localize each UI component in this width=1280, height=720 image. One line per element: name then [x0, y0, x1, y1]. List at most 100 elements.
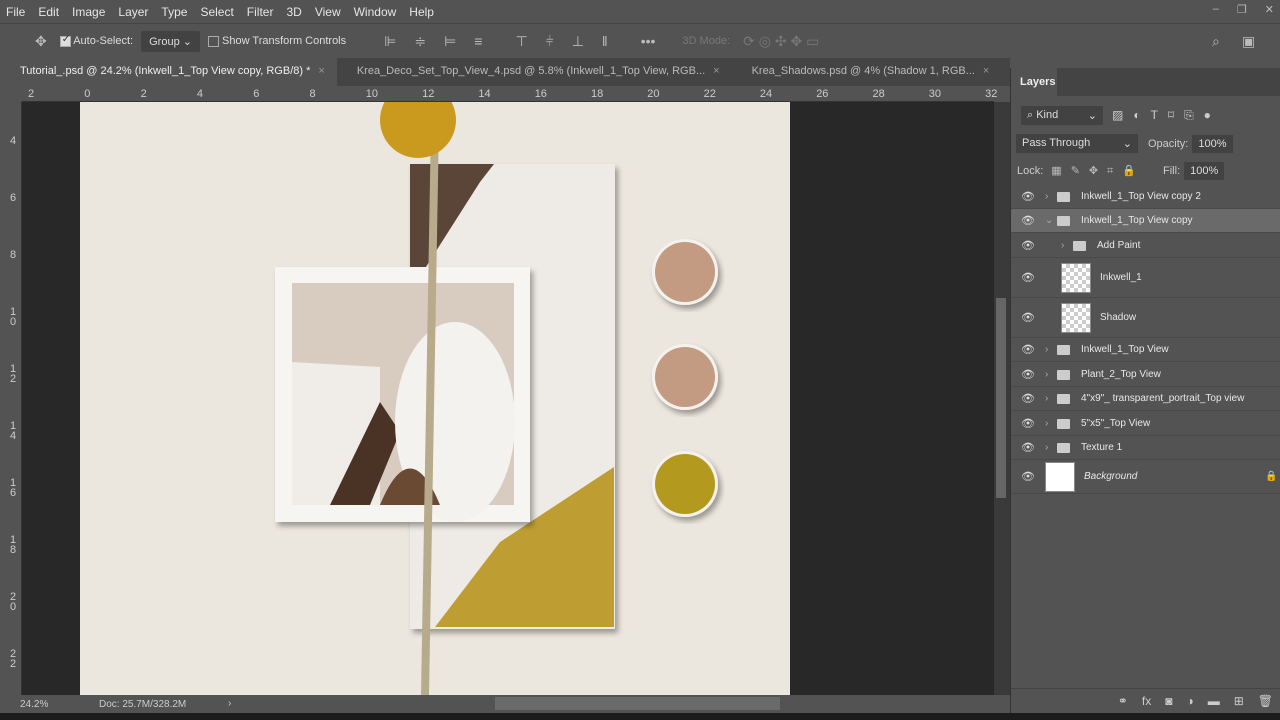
tab-krea-shadows[interactable]: Krea_Shadows.psd @ 4% (Shadow 1, RGB... ×: [732, 58, 1002, 86]
align-bottom-icon[interactable]: ⊥: [572, 33, 584, 50]
blend-mode-select[interactable]: Pass Through ⌄: [1016, 134, 1138, 153]
menu-3d[interactable]: 3D: [286, 5, 301, 19]
taskbar: [0, 713, 1280, 720]
auto-select-toggle[interactable]: Auto-Select:: [59, 34, 133, 47]
more-icon[interactable]: •••: [641, 33, 656, 49]
trash-icon[interactable]: 🗑: [1258, 694, 1273, 708]
align-top-icon[interactable]: ⊤: [515, 33, 527, 50]
layer-name[interactable]: Shadow: [1100, 312, 1136, 323]
new-layer-icon[interactable]: ⊞: [1234, 694, 1244, 708]
show-transform-toggle[interactable]: Show Transform Controls: [207, 35, 346, 47]
close-icon[interactable]: ×: [713, 65, 719, 77]
eye-icon[interactable]: 👁: [1021, 239, 1035, 252]
distribute-icon[interactable]: ≡: [474, 33, 482, 49]
layers-tab[interactable]: Layers: [1011, 68, 1057, 96]
layer-name[interactable]: Inkwell_1_Top View copy: [1081, 215, 1193, 226]
tab-tutorial[interactable]: Tutorial_.psd @ 24.2% (Inkwell_1_Top Vie…: [0, 58, 337, 86]
group-select[interactable]: Group ⌄: [141, 30, 200, 52]
chevron-right-icon[interactable]: ›: [1045, 344, 1048, 355]
layer-row[interactable]: 👁 › 4"x9"_ transparent_portrait_Top view: [1011, 387, 1280, 411]
layer-name[interactable]: Inkwell_1_Top View copy 2: [1081, 191, 1201, 202]
vertical-scroll-thumb[interactable]: [996, 298, 1006, 498]
chevron-right-icon[interactable]: ›: [1045, 442, 1048, 453]
align-center-icon[interactable]: ≑: [414, 33, 426, 50]
layer-row[interactable]: 👁 › 5"x5"_Top View: [1011, 412, 1280, 436]
menu-type[interactable]: Type: [161, 5, 187, 19]
opacity-input[interactable]: 100%: [1192, 134, 1233, 153]
link-icon[interactable]: ⚭: [1118, 694, 1128, 708]
filter-icons[interactable]: ▨◐T⌑⎘●: [1112, 108, 1221, 123]
fx-icon[interactable]: fx: [1142, 694, 1151, 708]
new-group-icon[interactable]: ▬: [1208, 694, 1220, 708]
eye-icon[interactable]: 👁: [1021, 190, 1035, 203]
layer-name[interactable]: Plant_2_Top View: [1081, 369, 1161, 380]
move-tool-icon[interactable]: ✥: [35, 33, 47, 50]
layer-name[interactable]: Add Paint: [1097, 240, 1140, 251]
close-icon[interactable]: ×: [318, 65, 324, 77]
layer-name[interactable]: 5"x5"_Top View: [1081, 418, 1150, 429]
menu-filter[interactable]: Filter: [247, 5, 274, 19]
fill-input[interactable]: 100%: [1184, 162, 1225, 180]
eye-icon[interactable]: 👁: [1021, 343, 1035, 356]
minimize-icon[interactable]: –: [1213, 3, 1219, 16]
layer-row[interactable]: 👁 Shadow: [1011, 298, 1280, 338]
search-icon[interactable]: ⌕: [1212, 33, 1220, 50]
menu-help[interactable]: Help: [409, 5, 434, 19]
layer-name[interactable]: Texture 1: [1081, 442, 1122, 453]
layer-row[interactable]: 👁 Background 🔒: [1011, 460, 1280, 494]
chevron-right-icon[interactable]: ›: [1045, 418, 1048, 429]
layer-row[interactable]: 👁 › Add Paint: [1011, 234, 1280, 258]
3d-tools-icon[interactable]: ⟳ ◎ ✣ ✥ ▭: [743, 33, 819, 50]
tab-krea-deco[interactable]: Krea_Deco_Set_Top_View_4.psd @ 5.8% (Ink…: [337, 58, 732, 86]
menu-window[interactable]: Window: [354, 5, 397, 19]
workspace-icon[interactable]: ▣: [1242, 33, 1255, 50]
menu-edit[interactable]: Edit: [38, 5, 59, 19]
chevron-down-icon[interactable]: ⌄: [1045, 215, 1053, 226]
menu-select[interactable]: Select: [200, 5, 233, 19]
layer-row[interactable]: 👁 › Texture 1: [1011, 436, 1280, 460]
zoom-level[interactable]: 24.2%: [20, 699, 48, 710]
restore-icon[interactable]: ❐: [1237, 3, 1247, 16]
layer-row[interactable]: 👁 ⌄ Inkwell_1_Top View copy: [1011, 209, 1280, 233]
menu-layer[interactable]: Layer: [118, 5, 148, 19]
menu-image[interactable]: Image: [72, 5, 105, 19]
chevron-right-icon[interactable]: ›: [1061, 240, 1064, 251]
eye-icon[interactable]: 👁: [1021, 392, 1035, 405]
eye-icon[interactable]: 👁: [1021, 417, 1035, 430]
layer-row[interactable]: 👁 Inkwell_1: [1011, 258, 1280, 298]
kind-filter[interactable]: ⌕ Kind ⌄: [1021, 106, 1103, 125]
eye-icon[interactable]: 👁: [1021, 271, 1035, 284]
close-icon[interactable]: ✕: [1265, 3, 1274, 16]
menu-file[interactable]: File: [6, 5, 25, 19]
align-middle-icon[interactable]: ⫩: [546, 33, 554, 50]
chevron-right-icon[interactable]: ›: [228, 698, 231, 709]
align-right-icon[interactable]: ⊨: [444, 33, 456, 50]
menu-view[interactable]: View: [315, 5, 341, 19]
layer-row[interactable]: 👁 › Plant_2_Top View: [1011, 363, 1280, 387]
chevron-right-icon[interactable]: ›: [1045, 393, 1048, 404]
eye-icon[interactable]: 👁: [1021, 214, 1035, 227]
align-left-icon[interactable]: ⊫: [384, 33, 396, 50]
chevron-right-icon[interactable]: ›: [1045, 369, 1048, 380]
layer-row[interactable]: 👁 › Inkwell_1_Top View copy 2: [1011, 185, 1280, 209]
layer-name[interactable]: Inkwell_1: [1100, 272, 1142, 283]
mask-icon[interactable]: ◙: [1165, 694, 1172, 708]
document-canvas[interactable]: [80, 102, 790, 695]
distribute-vertical-icon[interactable]: ‖: [602, 33, 608, 49]
horizontal-scroll-thumb[interactable]: [495, 697, 780, 710]
close-icon[interactable]: ×: [983, 65, 989, 77]
layer-name[interactable]: Inkwell_1_Top View: [1081, 344, 1169, 355]
eye-icon[interactable]: 👁: [1021, 441, 1035, 454]
lock-icons[interactable]: ▦✎✥⌗🔒: [1051, 164, 1145, 178]
checkbox-icon[interactable]: [207, 35, 219, 47]
layer-name[interactable]: 4"x9"_ transparent_portrait_Top view: [1081, 393, 1244, 404]
eye-icon[interactable]: 👁: [1021, 368, 1035, 381]
ruler-tick-label: 2 2: [10, 648, 17, 670]
adjustment-icon[interactable]: ◑: [1186, 694, 1193, 708]
eye-icon[interactable]: 👁: [1021, 470, 1035, 483]
checkbox-icon[interactable]: [59, 34, 71, 47]
chevron-right-icon[interactable]: ›: [1045, 191, 1048, 202]
eye-icon[interactable]: 👁: [1021, 311, 1035, 324]
layer-name[interactable]: Background: [1084, 471, 1137, 482]
layer-row[interactable]: 👁 › Inkwell_1_Top View: [1011, 338, 1280, 362]
